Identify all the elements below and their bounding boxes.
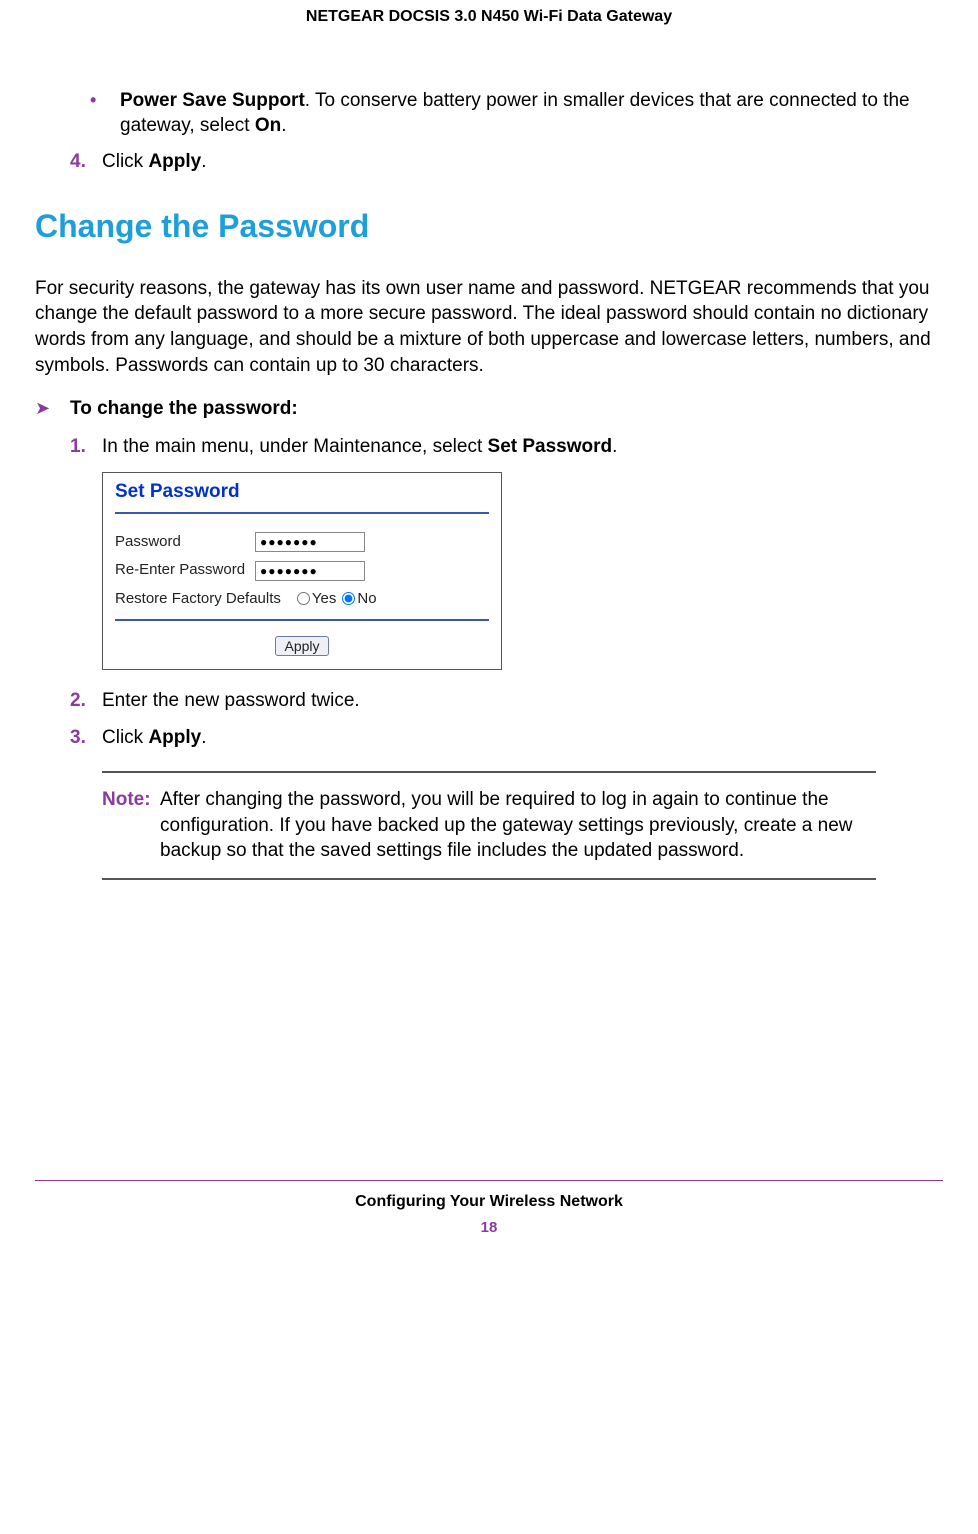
restore-yes-label: Yes bbox=[312, 589, 336, 609]
note-text: After changing the password, you will be… bbox=[160, 787, 876, 864]
step-4-post: . bbox=[201, 151, 206, 172]
step-4: 4. Click Apply. bbox=[70, 149, 943, 175]
step-4-bold: Apply bbox=[148, 151, 201, 172]
page-footer: Configuring Your Wireless Network 18 bbox=[35, 1180, 943, 1239]
footer-section-title: Configuring Your Wireless Network bbox=[35, 1191, 943, 1213]
restore-no-label: No bbox=[357, 589, 376, 609]
chevron-right-icon: ➤ bbox=[35, 396, 70, 422]
step-4-text: Click Apply. bbox=[102, 149, 207, 175]
reenter-password-row: Re-Enter Password bbox=[103, 560, 501, 580]
step-4-number: 4. bbox=[70, 149, 102, 175]
document-header: NETGEAR DOCSIS 3.0 N450 Wi-Fi Data Gatew… bbox=[35, 0, 943, 88]
intro-paragraph: For security reasons, the gateway has it… bbox=[35, 276, 943, 379]
step-4-pre: Click bbox=[102, 151, 148, 172]
step-3: 3. Click Apply. bbox=[70, 725, 943, 751]
footer-page-number: 18 bbox=[35, 1218, 943, 1238]
step-1-text: In the main menu, under Maintenance, sel… bbox=[102, 434, 617, 460]
bullet-power-save: • Power Save Support. To conserve batter… bbox=[90, 88, 943, 139]
step-1-post: . bbox=[612, 436, 617, 457]
procedure-title: To change the password: bbox=[70, 396, 298, 422]
restore-yes-radio[interactable] bbox=[297, 592, 310, 605]
step-1-pre: In the main menu, under Maintenance, sel… bbox=[102, 436, 488, 457]
reenter-password-input[interactable] bbox=[255, 561, 365, 581]
note-block: Note: After changing the password, you w… bbox=[102, 771, 876, 880]
screenshot-title: Set Password bbox=[103, 479, 501, 513]
password-label: Password bbox=[115, 532, 255, 552]
password-input[interactable] bbox=[255, 532, 365, 552]
step-2-number: 2. bbox=[70, 688, 102, 714]
bullet-on: On bbox=[255, 115, 281, 136]
step-2: 2. Enter the new password twice. bbox=[70, 688, 943, 714]
step-1-number: 1. bbox=[70, 434, 102, 460]
step-3-pre: Click bbox=[102, 727, 148, 748]
step-1: 1. In the main menu, under Maintenance, … bbox=[70, 434, 943, 460]
bullet-icon: • bbox=[90, 88, 120, 139]
step-3-bold: Apply bbox=[148, 727, 201, 748]
bullet-text: Power Save Support. To conserve battery … bbox=[120, 88, 943, 139]
step-3-number: 3. bbox=[70, 725, 102, 751]
apply-button[interactable]: Apply bbox=[275, 636, 328, 656]
step-1-bold: Set Password bbox=[488, 436, 613, 457]
bullet-label: Power Save Support bbox=[120, 90, 305, 111]
step-3-post: . bbox=[201, 727, 206, 748]
heading-change-password: Change the Password bbox=[35, 205, 943, 248]
restore-no-radio[interactable] bbox=[342, 592, 355, 605]
set-password-screenshot: Set Password Password Re-Enter Password … bbox=[102, 472, 502, 670]
bullet-period: . bbox=[281, 115, 286, 136]
note-label: Note: bbox=[102, 787, 160, 864]
procedure-heading: ➤ To change the password: bbox=[35, 396, 943, 422]
divider bbox=[115, 512, 489, 514]
restore-defaults-row: Restore Factory Defaults Yes No bbox=[103, 589, 501, 609]
step-2-text: Enter the new password twice. bbox=[102, 688, 360, 714]
divider bbox=[115, 619, 489, 621]
password-row: Password bbox=[103, 532, 501, 552]
reenter-password-label: Re-Enter Password bbox=[115, 560, 255, 580]
step-3-text: Click Apply. bbox=[102, 725, 207, 751]
restore-defaults-label: Restore Factory Defaults bbox=[115, 589, 281, 609]
